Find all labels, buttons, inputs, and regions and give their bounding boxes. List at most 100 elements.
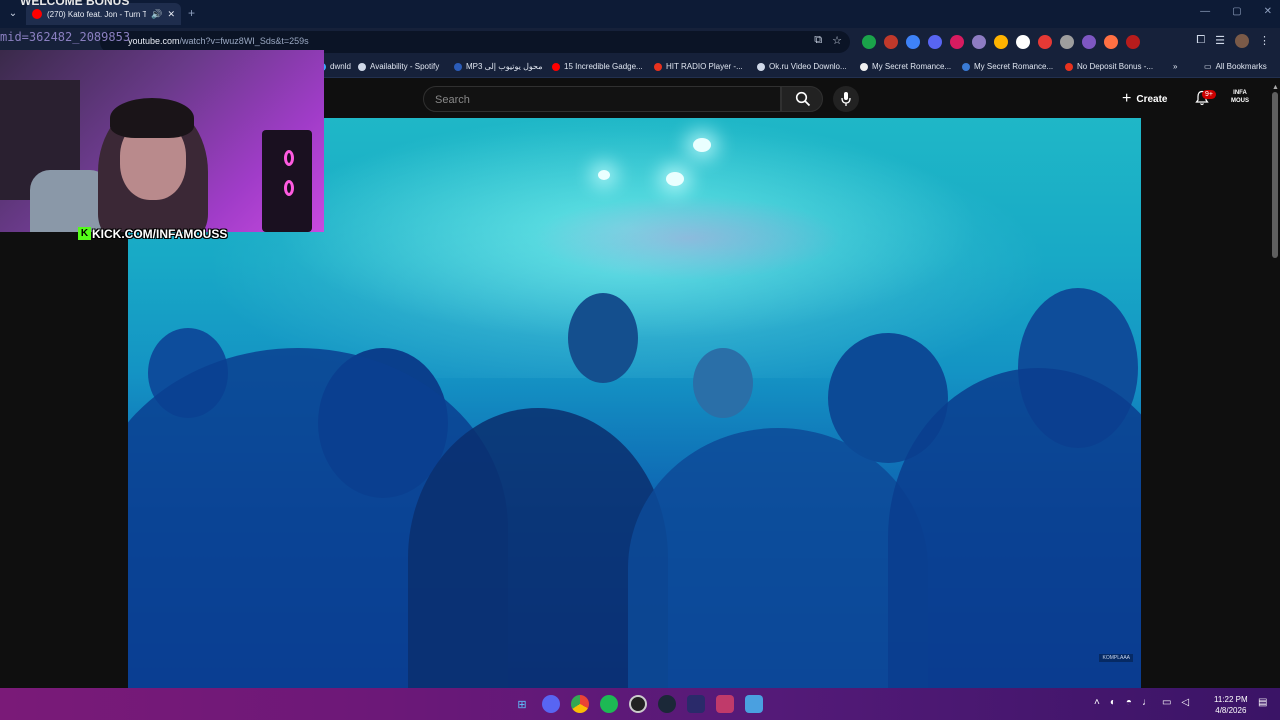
bookmark-item[interactable]: Ok.ru Video Downlo... xyxy=(757,62,847,71)
clock-time: 11:22 PM xyxy=(1214,695,1248,704)
windows-start-icon[interactable]: ⊞ xyxy=(513,695,531,713)
bookmarks-overflow-button[interactable]: » xyxy=(1173,62,1177,71)
extension-darkred-icon[interactable] xyxy=(1126,35,1140,49)
bookmark-favicon-icon xyxy=(654,62,662,71)
tray-app-icon[interactable]: ◐ xyxy=(1110,697,1116,708)
mid-overlay-text: mid=362482_2089853 xyxy=(0,30,131,44)
crowd-silhouette xyxy=(628,428,928,688)
notification-center-icon[interactable]: ▤ xyxy=(1258,697,1267,708)
streamer-hair xyxy=(110,98,194,138)
extension-yellow-icon[interactable] xyxy=(994,35,1008,49)
clock-date: 4/8/2026 xyxy=(1215,706,1247,715)
create-button[interactable]: + Create xyxy=(1122,88,1167,110)
toolbar-right: ⧠ ☰ ⋮ xyxy=(1196,34,1270,48)
omnibox-actions: ⧉ ☆ xyxy=(814,34,842,47)
extension-blue-icon[interactable] xyxy=(906,35,920,49)
taskbar-clock[interactable]: 11:22 PM 4/8/2026 xyxy=(1214,694,1248,716)
bookmark-item[interactable]: Availability - Spotify xyxy=(358,62,439,71)
extension-lastpass-icon[interactable] xyxy=(1038,35,1052,49)
bookmark-item[interactable]: My Secret Romance... xyxy=(860,62,951,71)
kick-url-text: KICK.COM/INFAMOUSS xyxy=(92,226,228,241)
bookmark-favicon-icon xyxy=(1065,62,1073,71)
create-label: Create xyxy=(1136,93,1168,105)
stage-light xyxy=(666,172,684,186)
minimize-button[interactable]: — xyxy=(1200,6,1210,17)
voice-search-button[interactable] xyxy=(833,86,859,112)
bookmark-favicon-icon xyxy=(757,62,765,71)
system-tray: ˄ ◐ ◓ ♩ ▭ ◁ xyxy=(1094,697,1189,708)
discord-extension-icon[interactable] xyxy=(928,35,942,49)
scroll-up-arrow-icon[interactable]: ▲ xyxy=(1272,84,1279,91)
bookmark-favicon-icon xyxy=(454,62,462,71)
tray-display-icon[interactable]: ▭ xyxy=(1162,697,1171,708)
close-window-button[interactable]: ✕ xyxy=(1264,6,1272,17)
extension-pink-icon[interactable] xyxy=(950,35,964,49)
extensions-row xyxy=(862,35,1140,49)
new-tab-button[interactable]: + xyxy=(188,6,195,20)
pc-fan-light xyxy=(284,180,294,196)
bookmark-favicon-icon xyxy=(860,62,868,71)
webcam-overlay xyxy=(0,50,324,232)
stage-light xyxy=(598,170,610,180)
extensions-puzzle-icon[interactable]: ⧠ xyxy=(1196,34,1205,48)
steam-icon[interactable] xyxy=(658,695,676,713)
discord-icon[interactable] xyxy=(542,695,560,713)
crowd-head xyxy=(568,293,638,383)
search-button[interactable] xyxy=(781,86,823,112)
url-text: youtube.com/watch?v=fwuz8WI_Sds&t=259s xyxy=(128,36,309,46)
tray-volume-icon[interactable]: ◁ xyxy=(1181,697,1189,708)
microphone-app-icon[interactable] xyxy=(687,695,705,713)
search-input[interactable]: Search xyxy=(423,86,781,112)
monitor-app-icon[interactable] xyxy=(745,695,763,713)
extension-violet-icon[interactable] xyxy=(1082,35,1096,49)
taskbar-apps: ⊞ xyxy=(513,695,763,713)
extension-orange-icon[interactable] xyxy=(1104,35,1118,49)
tab-title: (270) Kato feat. Jon - Turn T xyxy=(47,9,147,19)
welcome-bonus-text: WELCOME BONUS xyxy=(20,0,130,8)
tray-discord-icon[interactable]: ◓ xyxy=(1126,697,1132,708)
all-bookmarks-button[interactable]: ▭ All Bookmarks xyxy=(1204,62,1267,71)
bookmark-star-icon[interactable]: ☆ xyxy=(832,34,842,47)
cam-pc-case xyxy=(262,130,312,232)
plus-icon: + xyxy=(1122,90,1132,107)
bookmark-favicon-icon xyxy=(962,62,970,71)
obs-icon[interactable] xyxy=(629,695,647,713)
browser-tabstrip: ⌄ (270) Kato feat. Jon - Turn T 🔊 ✕ + — … xyxy=(0,0,1280,28)
search-placeholder: Search xyxy=(435,94,470,106)
extension-red-icon[interactable] xyxy=(884,35,898,49)
url-path: /watch?v=fwuz8WI_Sds&t=259s xyxy=(179,36,309,46)
bookmark-item[interactable]: 15 Incredible Gadge... xyxy=(552,62,643,71)
pc-fan-light xyxy=(284,150,294,166)
windows-taskbar: ⊞ ˄ ◐ ◓ ♩ ▭ ◁ ▤ xyxy=(0,688,1280,720)
tab-close-icon[interactable]: ✕ xyxy=(167,9,175,20)
extension-gray-icon[interactable] xyxy=(1060,35,1074,49)
microphone-icon xyxy=(841,92,851,106)
bookmark-favicon-icon xyxy=(552,62,560,71)
spotify-icon[interactable] xyxy=(600,695,618,713)
crowd-head xyxy=(693,348,753,418)
channel-avatar[interactable]: INFA MOUS xyxy=(1229,89,1251,107)
profile-avatar[interactable] xyxy=(1235,34,1249,48)
bookmark-item[interactable]: No Deposit Bonus -... xyxy=(1065,62,1153,71)
install-app-icon[interactable]: ⧉ xyxy=(814,34,822,47)
bookmark-favicon-icon xyxy=(358,62,366,71)
bookmark-item[interactable]: My Secret Romance... xyxy=(962,62,1053,71)
extension-white-icon[interactable] xyxy=(1016,35,1030,49)
chrome-icon[interactable] xyxy=(571,695,589,713)
reading-list-icon[interactable]: ☰ xyxy=(1215,34,1225,48)
scrollbar-thumb[interactable] xyxy=(1272,92,1278,258)
tray-mic-icon[interactable]: ♩ xyxy=(1142,697,1152,708)
menu-kebab-icon[interactable]: ⋮ xyxy=(1259,34,1270,48)
screen: ⌄ (270) Kato feat. Jon - Turn T 🔊 ✕ + — … xyxy=(0,0,1280,720)
maximize-button[interactable]: ▢ xyxy=(1232,6,1241,17)
folder-icon: ▭ xyxy=(1204,62,1212,71)
extension-green-icon[interactable] xyxy=(862,35,876,49)
extension-purple-icon[interactable] xyxy=(972,35,986,49)
tray-chevron-up-icon[interactable]: ˄ xyxy=(1094,697,1100,708)
youtube-favicon-icon xyxy=(32,9,42,19)
kick-channel-label: K KICK.COM/INFAMOUSS xyxy=(78,226,227,241)
app-active-icon[interactable] xyxy=(716,695,734,713)
speaker-icon[interactable]: 🔊 xyxy=(151,9,162,20)
bookmark-item[interactable]: MP3 محول يوتيوب إلى xyxy=(454,62,543,71)
bookmark-item[interactable]: HIT RADIO Player -... xyxy=(654,62,743,71)
